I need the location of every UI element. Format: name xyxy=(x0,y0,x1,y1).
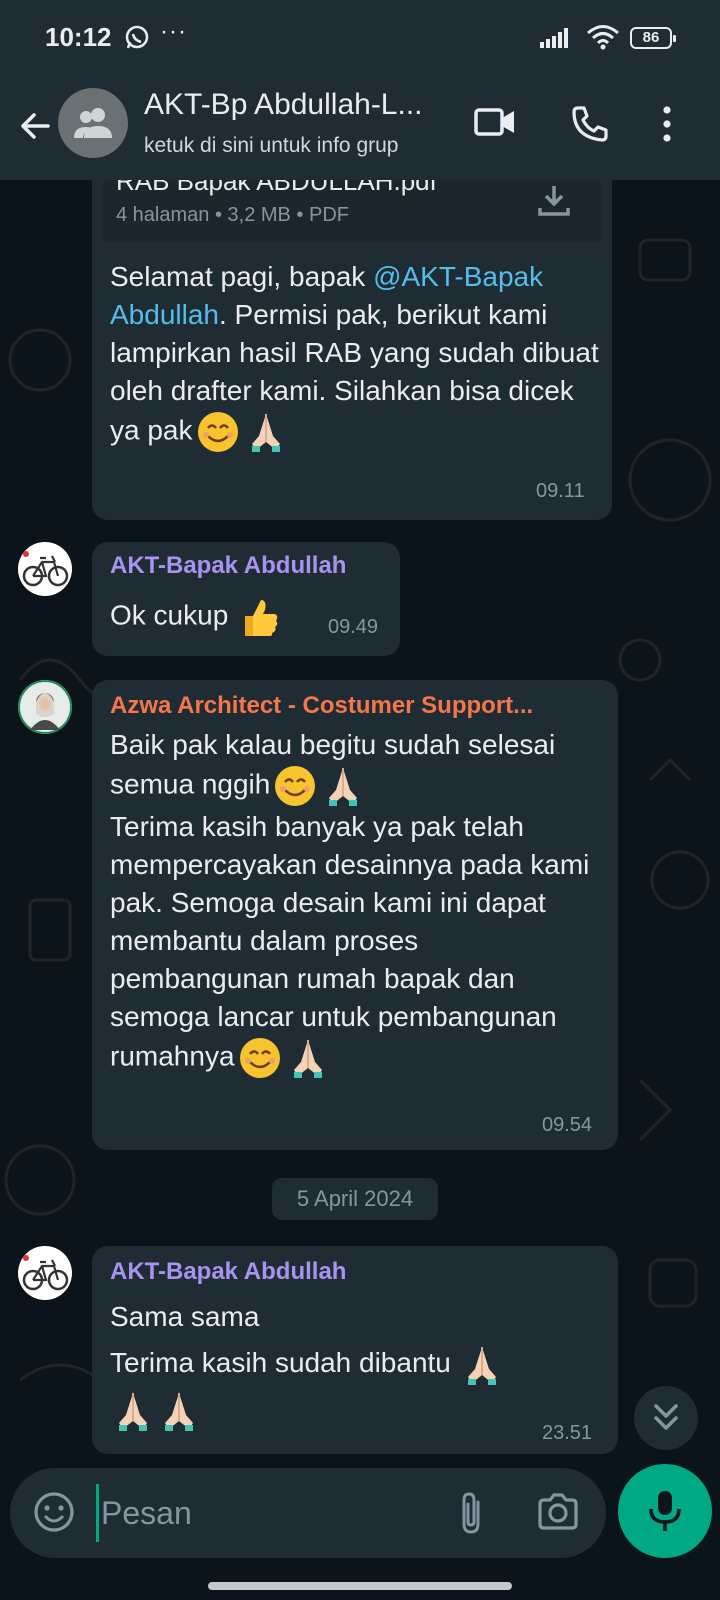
praying-hands-emoji-icon xyxy=(165,1393,193,1432)
status-time: 10:12 xyxy=(45,22,112,52)
whatsapp-notification-icon xyxy=(125,25,149,49)
sender-name[interactable]: AKT-Bapak Abdullah xyxy=(110,552,346,580)
message-bubble[interactable]: RAB Bapak ABDULLAH.pdf 4 halaman • 3,2 M… xyxy=(92,160,612,520)
message-text: Selamat pagi, bapak @AKT-Bapak Abdullah.… xyxy=(110,258,600,454)
double-chevron-down-icon xyxy=(654,1404,678,1430)
message-composer[interactable]: Pesan xyxy=(10,1468,606,1558)
message-text: Baik pak kalau begitu sudah selesai semu… xyxy=(110,726,590,1080)
avatar[interactable] xyxy=(18,542,72,596)
avatar[interactable] xyxy=(18,680,72,734)
group-avatar[interactable] xyxy=(58,88,128,158)
person-avatar-icon xyxy=(18,680,72,734)
microphone-icon xyxy=(649,1491,681,1531)
emoji-icon[interactable] xyxy=(32,1490,76,1534)
chat-title[interactable]: AKT-Bp Abdullah-L... xyxy=(144,88,423,122)
file-attachment[interactable]: RAB Bapak ABDULLAH.pdf 4 halaman • 3,2 M… xyxy=(102,180,602,242)
group-icon xyxy=(74,108,112,138)
praying-hands-emoji-icon xyxy=(467,1346,496,1385)
message-time: 09.11 xyxy=(536,480,585,502)
bicycle-avatar-icon xyxy=(22,1255,69,1291)
phone-icon[interactable] xyxy=(570,104,610,144)
camera-icon[interactable] xyxy=(536,1492,580,1532)
status-bar: 10:12 ··· 86 xyxy=(0,0,720,78)
sender-name[interactable]: AKT-Bapak Abdullah xyxy=(110,1258,346,1286)
message-bubble[interactable]: Azwa Architect - Costumer Support... Bai… xyxy=(92,680,618,1150)
message-text: Sama sama Terima kasih sudah dibantu xyxy=(110,1294,580,1433)
wifi-icon xyxy=(587,25,619,50)
message-time: 09.54 xyxy=(542,1114,593,1136)
download-icon[interactable] xyxy=(536,182,572,218)
praying-hands-emoji-icon xyxy=(251,414,280,452)
video-call-icon[interactable] xyxy=(474,104,516,140)
message-text: Ok cukup xyxy=(110,596,360,638)
file-name: RAB Bapak ABDULLAH.pdf xyxy=(116,180,437,196)
avatar[interactable] xyxy=(18,1246,72,1300)
more-vert-icon[interactable] xyxy=(660,104,674,144)
file-meta: 4 halaman • 3,2 MB • PDF xyxy=(116,204,349,226)
battery-indicator: 86 xyxy=(630,27,676,49)
message-bubble[interactable]: AKT-Bapak Abdullah Ok cukup 09.49 xyxy=(92,542,400,656)
sender-name[interactable]: Azwa Architect - Costumer Support... xyxy=(110,692,533,720)
smiling-emoji-icon xyxy=(197,412,238,452)
chat-subtitle[interactable]: ketuk di sini untuk info grup xyxy=(144,134,398,158)
smiling-emoji-icon xyxy=(239,1038,280,1078)
home-indicator[interactable] xyxy=(208,1582,512,1590)
praying-hands-emoji-icon xyxy=(119,1393,147,1432)
praying-hands-emoji-icon xyxy=(329,768,358,806)
signal-icon xyxy=(540,28,568,48)
scroll-to-bottom-button[interactable] xyxy=(634,1386,698,1450)
smiling-emoji-icon xyxy=(275,766,316,806)
thumbs-up-emoji-icon xyxy=(245,600,278,636)
bicycle-avatar-icon xyxy=(22,551,69,587)
message-input[interactable]: Pesan xyxy=(96,1484,436,1542)
voice-message-button[interactable] xyxy=(618,1464,712,1558)
message-bubble[interactable]: AKT-Bapak Abdullah Sama sama Terima kasi… xyxy=(92,1246,618,1454)
praying-hands-emoji-icon xyxy=(293,1040,322,1078)
message-time: 23.51 xyxy=(542,1422,593,1444)
date-divider: 5 April 2024 xyxy=(272,1178,438,1220)
back-arrow-icon[interactable] xyxy=(14,104,58,148)
more-notifications-icon: ··· xyxy=(160,18,187,45)
attach-icon[interactable] xyxy=(456,1490,486,1536)
message-time: 09.49 xyxy=(328,616,379,638)
